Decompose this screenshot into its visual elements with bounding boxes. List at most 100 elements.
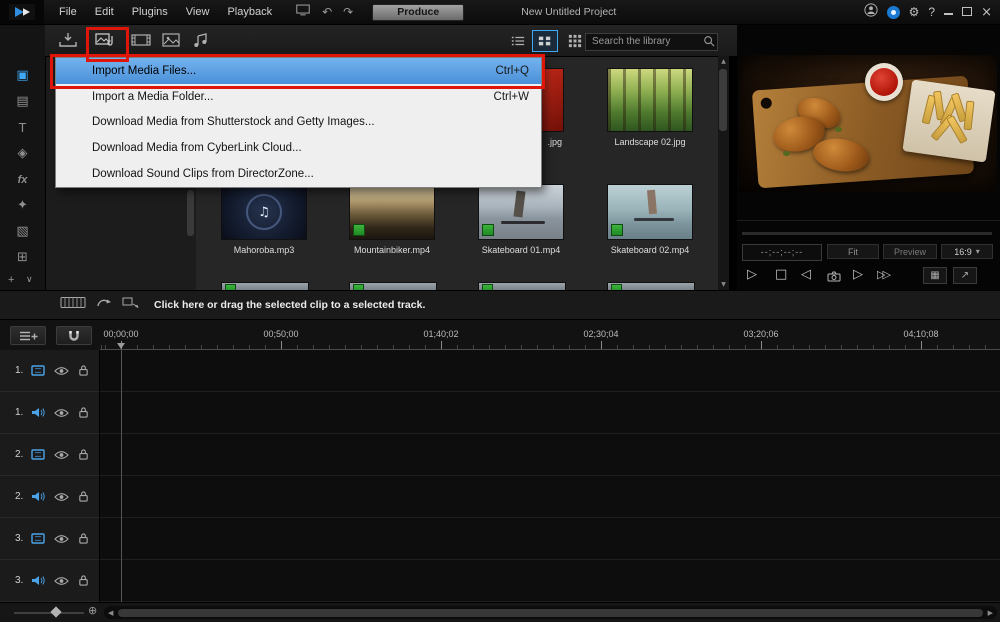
settings-gear-icon[interactable]: ⚙ — [909, 5, 920, 19]
timeline-ruler[interactable]: 00;00;00 00;50;00 01;40;02 02;30;04 03;2… — [100, 326, 1000, 350]
filter-video-button[interactable] — [126, 29, 156, 51]
track-lane[interactable] — [100, 392, 1000, 434]
snap-magnet-button[interactable] — [56, 326, 92, 345]
lock-icon[interactable] — [78, 448, 89, 461]
eye-icon[interactable] — [54, 492, 69, 502]
eye-icon[interactable] — [54, 576, 69, 586]
undock-preview-button[interactable]: ↗ — [953, 267, 977, 284]
import-media-button[interactable] — [90, 29, 120, 51]
more-rooms-chevron-icon[interactable]: ∨ — [26, 272, 33, 288]
track-header-video-3[interactable]: 3. — [0, 518, 99, 560]
track-header-audio-3[interactable]: 3. — [0, 560, 99, 602]
track-lane[interactable] — [100, 518, 1000, 560]
scroll-up-icon[interactable]: ▲ — [718, 58, 729, 65]
lock-icon[interactable] — [78, 532, 89, 545]
overlay-room-tab[interactable]: ▧ — [0, 220, 45, 244]
next-frame-button[interactable]: ▷ — [853, 266, 863, 284]
scroll-left-icon[interactable]: ◀ — [108, 609, 113, 617]
playhead-handle[interactable] — [117, 343, 125, 349]
media-room-tab[interactable]: ▣ — [0, 64, 45, 88]
track-lane[interactable] — [100, 350, 1000, 392]
search-input[interactable] — [585, 33, 718, 51]
menu-item-download-directorzone[interactable]: Download Sound Clips from DirectorZone..… — [56, 161, 541, 187]
produce-preview-button[interactable]: ▦ — [923, 267, 947, 284]
track-header-audio-1[interactable]: 1. — [0, 392, 99, 434]
lock-icon[interactable] — [78, 406, 89, 419]
eye-icon[interactable] — [54, 366, 69, 376]
zoom-slider-handle[interactable] — [50, 606, 61, 617]
menu-plugins[interactable]: Plugins — [123, 0, 177, 24]
media-item-skateboard-01-mp4[interactable] — [478, 184, 564, 240]
track-manager-button[interactable] — [10, 326, 46, 345]
title-room-tab[interactable]: T — [0, 116, 45, 140]
list-view-button[interactable] — [505, 30, 531, 52]
seek-slider[interactable] — [742, 232, 992, 235]
cloud-account-icon[interactable] — [887, 6, 900, 19]
timeline-scrollbar[interactable]: ◀ ▶ — [104, 606, 997, 619]
zoom-slider[interactable] — [14, 612, 84, 614]
media-item-partial[interactable] — [349, 282, 437, 290]
media-item-landscape-02[interactable] — [607, 68, 693, 132]
zoom-in-icon[interactable]: ⊕ — [88, 604, 97, 617]
undo-icon[interactable]: ↶ — [322, 0, 332, 24]
scrollbar-thumb[interactable] — [719, 69, 727, 131]
previous-frame-button[interactable]: ◁ — [801, 266, 811, 284]
filter-audio-button[interactable] — [186, 29, 216, 51]
help-icon[interactable]: ? — [928, 5, 935, 19]
track-header-audio-2[interactable]: 2. — [0, 476, 99, 518]
transition-room-tab[interactable]: ◈ — [0, 142, 45, 166]
menu-item-download-shutterstock[interactable]: Download Media from Shutterstock and Get… — [56, 110, 541, 136]
grid-view-button[interactable] — [532, 30, 558, 52]
media-item-mountainbiker-mp4[interactable] — [349, 184, 435, 240]
particle-room-tab[interactable]: ✦ — [0, 194, 45, 218]
menu-item-download-cyberlink-cloud[interactable]: Download Media from CyberLink Cloud... — [56, 135, 541, 161]
lock-icon[interactable] — [78, 574, 89, 587]
track-lane[interactable] — [100, 560, 1000, 602]
scroll-down-icon[interactable]: ▼ — [718, 281, 729, 288]
menu-item-import-media-files[interactable]: Import Media Files... Ctrl+Q — [56, 58, 541, 84]
menu-file[interactable]: File — [50, 0, 86, 24]
adjustment-room-tab[interactable]: ▤ — [0, 90, 45, 114]
drag-to-track-icon[interactable] — [122, 296, 140, 314]
restore-button[interactable] — [962, 3, 972, 21]
scroll-right-icon[interactable]: ▶ — [988, 609, 993, 617]
produce-button[interactable]: Produce — [372, 4, 464, 21]
media-item-mahoroba-mp3[interactable] — [221, 184, 307, 240]
track-header-video-2[interactable]: 2. — [0, 434, 99, 476]
chapter-room-tab[interactable]: ⊞ — [0, 246, 45, 270]
fast-forward-button[interactable]: ▷▷ — [877, 266, 888, 284]
media-item-partial[interactable] — [221, 282, 309, 290]
close-button[interactable]: × — [981, 5, 992, 20]
effect-room-tab[interactable]: fx — [0, 168, 45, 192]
folder-pane-scrollbar[interactable] — [187, 190, 194, 236]
account-icon[interactable] — [864, 3, 878, 22]
eye-icon[interactable] — [54, 534, 69, 544]
eye-icon[interactable] — [54, 450, 69, 460]
library-scrollbar[interactable]: ▲ ▼ — [718, 56, 729, 290]
filter-photo-button[interactable] — [156, 29, 186, 51]
import-button[interactable] — [53, 29, 83, 51]
minimize-button[interactable] — [944, 3, 953, 21]
storyboard-icon[interactable] — [60, 296, 86, 314]
track-lane[interactable] — [100, 476, 1000, 518]
menu-edit[interactable]: Edit — [86, 0, 123, 24]
capture-icon[interactable] — [295, 0, 311, 24]
lock-icon[interactable] — [78, 364, 89, 377]
snapshot-button[interactable] — [827, 269, 841, 287]
scrollbar-thumb[interactable] — [118, 609, 983, 617]
add-room-button[interactable]: + — [8, 272, 14, 288]
menu-item-import-media-folder[interactable]: Import a Media Folder... Ctrl+W — [56, 84, 541, 110]
insert-arrow-icon[interactable] — [96, 296, 112, 314]
fit-dropdown[interactable]: Fit — [827, 244, 879, 259]
aspect-ratio-dropdown[interactable]: 16:9 ▾ — [941, 244, 993, 259]
eye-icon[interactable] — [54, 408, 69, 418]
track-header-video-1[interactable]: 1. — [0, 350, 99, 392]
stop-button[interactable]: □ — [775, 266, 787, 284]
quality-dropdown[interactable]: Preview — [883, 244, 937, 259]
redo-icon[interactable]: ↷ — [343, 0, 353, 24]
media-item-partial[interactable] — [607, 282, 695, 290]
menu-playback[interactable]: Playback — [218, 0, 281, 24]
menu-view[interactable]: View — [177, 0, 219, 24]
track-lane[interactable] — [100, 434, 1000, 476]
playhead-line[interactable] — [121, 350, 122, 602]
